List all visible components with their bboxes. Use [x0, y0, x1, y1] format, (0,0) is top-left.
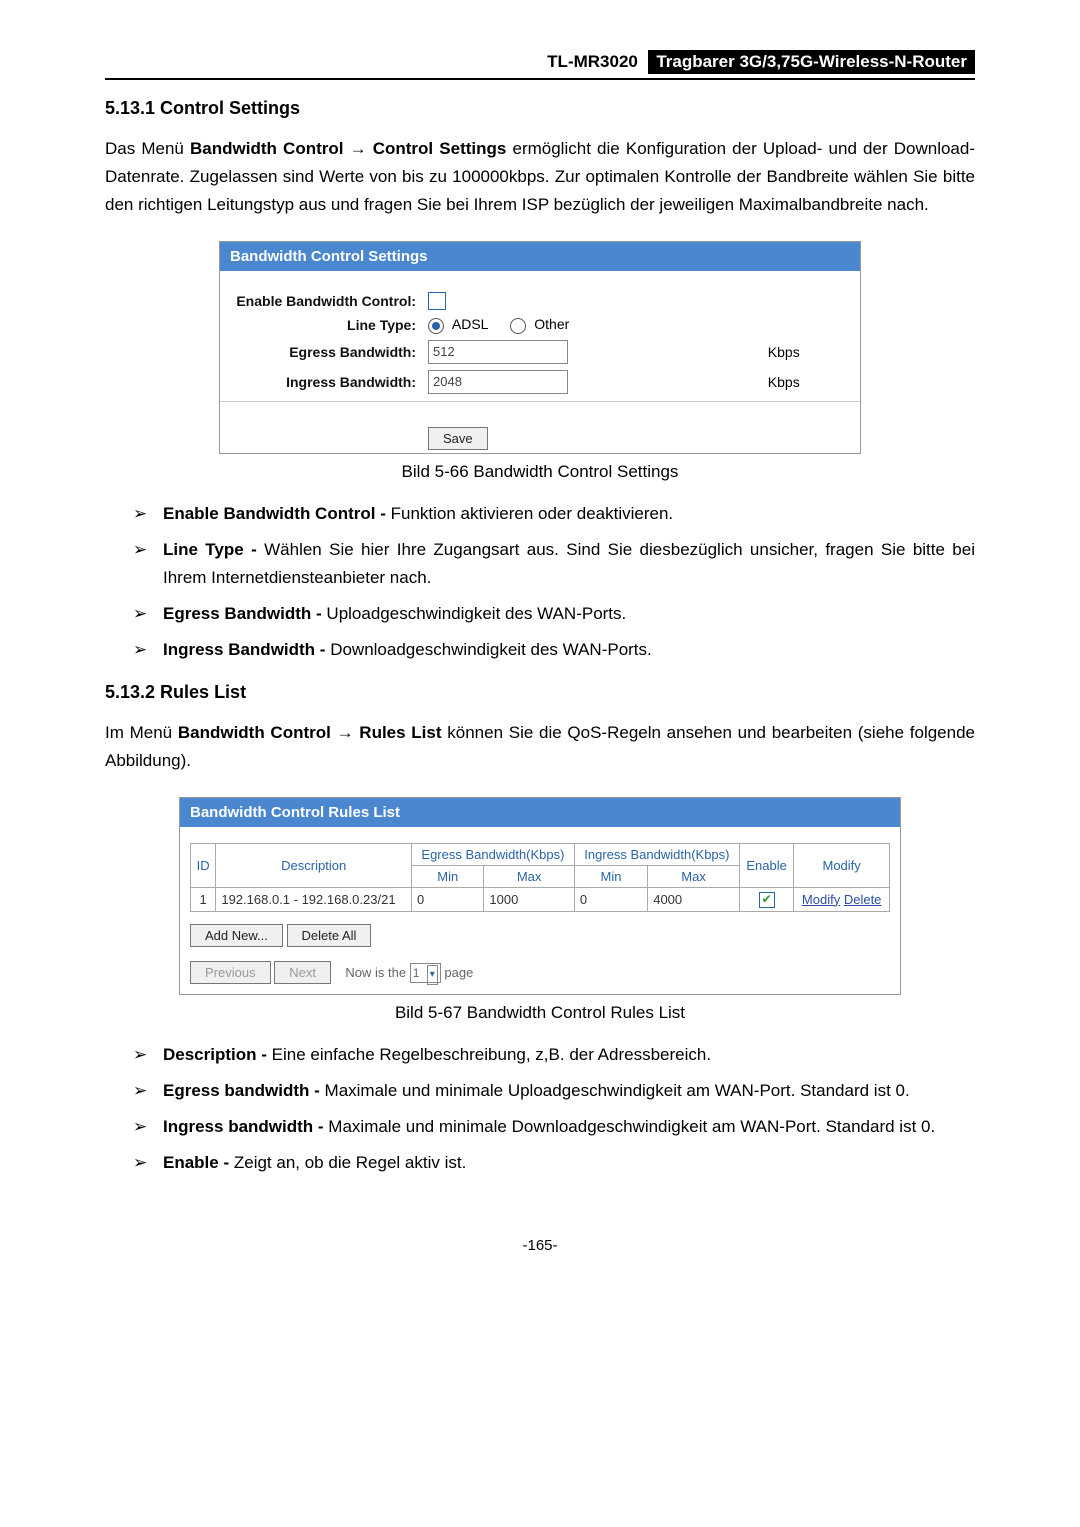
section-heading-control-settings: 5.13.1 Control Settings	[105, 98, 975, 119]
radio-adsl[interactable]	[428, 318, 444, 334]
list-item: Enable Bandwidth Control - Funktion akti…	[133, 500, 975, 528]
term: Ingress bandwidth -	[163, 1117, 328, 1136]
previous-button[interactable]: Previous	[190, 961, 271, 984]
next-button[interactable]: Next	[274, 961, 331, 984]
table-row: 1 192.168.0.1 - 192.168.0.23/21 0 1000 0…	[191, 887, 890, 911]
rules-table: ID Description Egress Bandwidth(Kbps) In…	[190, 843, 890, 912]
settings-form: Enable Bandwidth Control: Line Type: ADS…	[220, 289, 860, 397]
product-tagline: Tragbarer 3G/3,75G-Wireless-N-Router	[648, 50, 975, 74]
bold-text: Bandwidth Control → Control Settings	[190, 139, 506, 158]
cell-modify: Modify Delete	[794, 887, 890, 911]
delete-link[interactable]: Delete	[844, 892, 882, 907]
text: Das Menü	[105, 139, 190, 158]
chevron-down-icon: ▾	[427, 965, 438, 985]
col-min: Min	[412, 865, 484, 887]
pagination-row: Previous Next Now is the 1 ▾ page	[190, 961, 890, 984]
def: Uploadgeschwindigkeit des WAN-Ports.	[326, 604, 626, 623]
cell-id: 1	[191, 887, 216, 911]
list-item: Egress Bandwidth - Uploadgeschwindigkeit…	[133, 600, 975, 628]
figure-caption: Bild 5-67 Bandwidth Control Rules List	[105, 1003, 975, 1023]
bullet-list: Description - Eine einfache Regelbeschre…	[105, 1041, 975, 1177]
bandwidth-control-settings-panel: Bandwidth Control Settings Enable Bandwi…	[219, 241, 861, 454]
term: Egress bandwidth -	[163, 1081, 325, 1100]
def: Maximale und minimale Uploadgeschwindigk…	[325, 1081, 910, 1100]
cell-enable: ✔	[739, 887, 793, 911]
col-description: Description	[216, 843, 412, 887]
radio-adsl-label: ADSL	[452, 316, 489, 332]
term: Enable Bandwidth Control -	[163, 504, 391, 523]
list-item: Egress bandwidth - Maximale und minimale…	[133, 1077, 975, 1105]
radio-other-label: Other	[534, 316, 569, 332]
list-item: Description - Eine einfache Regelbeschre…	[133, 1041, 975, 1069]
paragraph: Das Menü Bandwidth Control → Control Set…	[105, 135, 975, 219]
label-line-type: Line Type:	[220, 313, 422, 336]
cell-emin: 0	[412, 887, 484, 911]
def: Downloadgeschwindigkeit des WAN-Ports.	[330, 640, 652, 659]
enable-checkbox[interactable]: ✔	[759, 892, 775, 908]
document-page: TL-MR3020 Tragbarer 3G/3,75G-Wireless-N-…	[0, 0, 1080, 1294]
bold-text: Bandwidth Control → Rules List	[178, 723, 442, 742]
col-id: ID	[191, 843, 216, 887]
cell-imin: 0	[574, 887, 647, 911]
figure-caption: Bild 5-66 Bandwidth Control Settings	[105, 462, 975, 482]
def: Maximale und minimale Downloadgeschwindi…	[328, 1117, 935, 1136]
page-select[interactable]: 1 ▾	[410, 963, 441, 983]
now-is-label: Now is the	[345, 965, 406, 980]
panel-title: Bandwidth Control Settings	[220, 242, 860, 271]
page-label: page	[444, 965, 473, 980]
add-new-button[interactable]: Add New...	[190, 924, 283, 947]
cell-emax: 1000	[484, 887, 574, 911]
egress-bw-input[interactable]: 512	[428, 340, 568, 364]
def: Funktion aktivieren oder deaktivieren.	[391, 504, 674, 523]
cell-imax: 4000	[648, 887, 740, 911]
section-heading-rules-list: 5.13.2 Rules List	[105, 682, 975, 703]
col-modify: Modify	[794, 843, 890, 887]
unit-label: Kbps	[762, 337, 860, 367]
model-label: TL-MR3020	[547, 52, 638, 71]
label-ingress-bw: Ingress Bandwidth:	[220, 367, 422, 397]
term: Egress Bandwidth -	[163, 604, 326, 623]
page-header: TL-MR3020 Tragbarer 3G/3,75G-Wireless-N-…	[105, 50, 975, 80]
save-button[interactable]: Save	[428, 427, 488, 450]
def: Wählen Sie hier Ihre Zugangsart aus. Sin…	[163, 540, 975, 587]
text: Im Menü	[105, 723, 178, 742]
ingress-bw-input[interactable]: 2048	[428, 370, 568, 394]
cell-description: 192.168.0.1 - 192.168.0.23/21	[216, 887, 412, 911]
panel-title: Bandwidth Control Rules List	[180, 798, 900, 827]
col-max: Max	[648, 865, 740, 887]
col-egress: Egress Bandwidth(Kbps)	[412, 843, 575, 865]
bandwidth-rules-panel: Bandwidth Control Rules List ID Descript…	[179, 797, 901, 995]
col-max: Max	[484, 865, 574, 887]
term: Ingress Bandwidth -	[163, 640, 330, 659]
list-item: Ingress Bandwidth - Downloadgeschwindigk…	[133, 636, 975, 664]
page-select-value: 1	[413, 966, 420, 980]
button-row: Add New... Delete All	[190, 924, 890, 947]
list-item: Ingress bandwidth - Maximale und minimal…	[133, 1113, 975, 1141]
paragraph: Im Menü Bandwidth Control → Rules List k…	[105, 719, 975, 775]
radio-other[interactable]	[510, 318, 526, 334]
col-enable: Enable	[739, 843, 793, 887]
def: Eine einfache Regelbeschreibung, z,B. de…	[272, 1045, 711, 1064]
col-ingress: Ingress Bandwidth(Kbps)	[574, 843, 739, 865]
page-number: -165-	[105, 1237, 975, 1254]
bullet-list: Enable Bandwidth Control - Funktion akti…	[105, 500, 975, 664]
list-item: Enable - Zeigt an, ob die Regel aktiv is…	[133, 1149, 975, 1177]
label-egress-bw: Egress Bandwidth:	[220, 337, 422, 367]
term: Enable -	[163, 1153, 234, 1172]
term: Line Type -	[163, 540, 264, 559]
list-item: Line Type - Wählen Sie hier Ihre Zugangs…	[133, 536, 975, 592]
delete-all-button[interactable]: Delete All	[287, 924, 372, 947]
enable-bw-checkbox[interactable]	[428, 292, 446, 310]
modify-link[interactable]: Modify	[802, 892, 840, 907]
unit-label: Kbps	[762, 367, 860, 397]
def: Zeigt an, ob die Regel aktiv ist.	[234, 1153, 466, 1172]
term: Description -	[163, 1045, 272, 1064]
col-min: Min	[574, 865, 647, 887]
label-enable-bw: Enable Bandwidth Control:	[220, 289, 422, 313]
